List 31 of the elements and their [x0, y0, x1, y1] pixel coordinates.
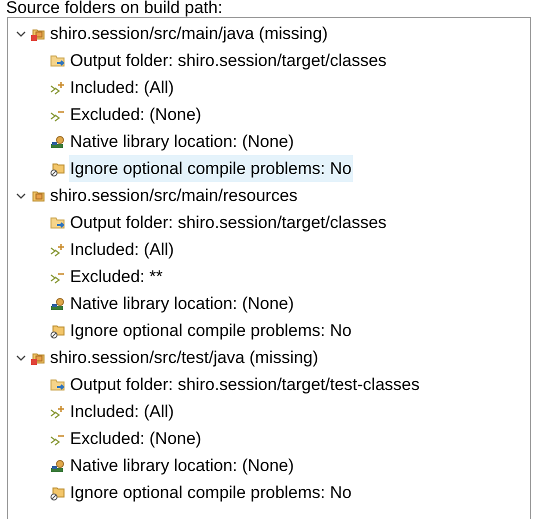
- tree-item[interactable]: Native library location: (None): [69, 290, 295, 317]
- tree-item[interactable]: Included: (All): [69, 74, 175, 101]
- expand-caret-icon[interactable]: [16, 352, 26, 362]
- tree-item[interactable]: Excluded: **: [69, 263, 164, 290]
- tree-item[interactable]: Ignore optional compile problems: No: [69, 155, 353, 182]
- tree-item[interactable]: Native library location: (None): [69, 128, 295, 155]
- tree-item[interactable]: Excluded: (None): [69, 425, 202, 452]
- filter-plus-icon: [50, 404, 66, 420]
- folder-cancel-icon: [50, 160, 66, 176]
- folder-arrow-icon: [50, 376, 66, 392]
- section-label: Source folders on build path:: [5, 0, 224, 16]
- expand-caret-icon[interactable]: [16, 190, 26, 200]
- filter-plus-icon: [50, 80, 66, 96]
- tree-item[interactable]: shiro.session/src/main/java (missing): [50, 20, 328, 46]
- tree-item[interactable]: Output folder: shiro.session/target/classes: [69, 47, 388, 74]
- tree-item[interactable]: shiro.session/src/main/resources: [50, 182, 298, 208]
- tree-item[interactable]: Included: (All): [69, 236, 175, 263]
- tree-item[interactable]: Included: (All): [69, 398, 175, 425]
- folder-cancel-icon: [50, 322, 66, 338]
- folder-arrow-icon: [50, 214, 66, 230]
- tree-item[interactable]: Output folder: shiro.session/target/classes: [69, 209, 388, 236]
- folder-cancel-icon: [50, 484, 66, 500]
- filter-plus-icon: [50, 242, 66, 258]
- tree-item[interactable]: Ignore optional compile problems: No: [69, 479, 353, 506]
- tree-item[interactable]: Ignore optional compile problems: No: [69, 317, 353, 344]
- folder-arrow-icon: [50, 52, 66, 68]
- tree-item[interactable]: Output folder: shiro.session/target/test-classes: [69, 371, 421, 398]
- tree-item[interactable]: Native library location: (None): [69, 452, 295, 479]
- tree-item[interactable]: shiro.session/src/test/java (missing): [50, 344, 318, 370]
- tree-item[interactable]: Excluded: (None): [69, 101, 202, 128]
- expand-caret-icon[interactable]: [16, 28, 26, 38]
